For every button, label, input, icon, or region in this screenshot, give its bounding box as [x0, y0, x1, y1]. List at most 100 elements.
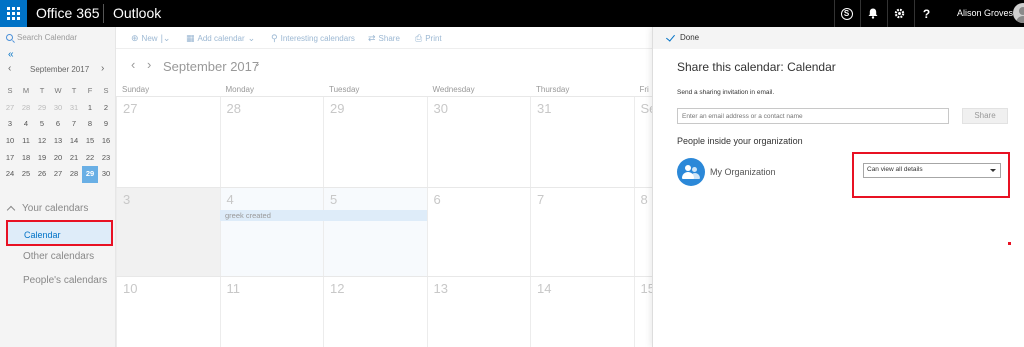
add-calendar-label: Add calendar [197, 34, 245, 43]
search-box[interactable]: Search Calendar [6, 33, 77, 42]
mini-day[interactable]: 10 [2, 133, 18, 150]
mini-day[interactable]: 3 [2, 116, 18, 133]
mini-day[interactable]: 24 [2, 166, 18, 183]
mini-day[interactable]: 17 [2, 150, 18, 167]
mini-day[interactable]: 30 [50, 100, 66, 117]
calendar-event[interactable]: greek created [220, 210, 427, 221]
people-calendars-link[interactable]: People's calendars [23, 275, 107, 286]
mini-weekday-head: T [39, 86, 45, 95]
mini-day[interactable]: 23 [98, 150, 114, 167]
day-cell[interactable]: 12 [323, 277, 427, 347]
sidebar-item-calendar[interactable]: Calendar [6, 220, 113, 246]
day-cell[interactable]: 13 [426, 277, 531, 347]
day-cell[interactable]: Se [633, 97, 652, 187]
day-number: 7 [537, 192, 545, 207]
top-bar: Office 365 Outlook S ? Alison Groves [0, 0, 1024, 27]
month-grid: Sunday Monday Tuesday Wednesday Thursday Fri … [116, 82, 652, 347]
day-cell[interactable]: 5 [323, 188, 427, 276]
mini-day[interactable]: 8 [82, 116, 98, 133]
day-number: 27 [123, 101, 138, 116]
mini-day[interactable]: 20 [50, 150, 66, 167]
day-cell[interactable]: 15 [633, 277, 653, 347]
help-icon[interactable]: ? [914, 0, 938, 27]
mini-day[interactable]: 1 [82, 100, 98, 117]
chevron-down-icon[interactable]: ⌄ [254, 59, 261, 68]
mini-day[interactable]: 11 [18, 133, 34, 150]
mini-day[interactable]: 18 [18, 150, 34, 167]
new-button[interactable]: ⊕ New |⌄ [131, 33, 170, 44]
weekday-header: Tuesday [329, 85, 360, 94]
mini-day[interactable]: 31 [66, 100, 82, 117]
prev-month-icon[interactable]: ‹ [131, 57, 135, 72]
mini-day[interactable]: 14 [66, 133, 82, 150]
mini-weekday-row: SMTWTFS [2, 83, 114, 100]
gear-icon[interactable] [887, 0, 911, 27]
other-calendars-link[interactable]: Other calendars [23, 251, 94, 262]
mini-day[interactable]: 13 [50, 133, 66, 150]
mini-day[interactable]: 9 [98, 116, 114, 133]
check-icon [666, 31, 675, 42]
mini-next-month-icon[interactable]: › [101, 63, 104, 74]
day-cell[interactable]: 6 [426, 188, 531, 276]
mini-day[interactable]: 22 [82, 150, 98, 167]
day-cell[interactable]: 30 [426, 97, 531, 187]
your-calendars-header[interactable]: Your calendars [6, 203, 88, 215]
print-button[interactable]: ⎙ Print [415, 33, 442, 44]
mini-day[interactable]: 7 [66, 116, 82, 133]
day-cell[interactable]: 31 [530, 97, 634, 187]
add-calendar-button[interactable]: ▦ Add calendar ⌄ [186, 33, 255, 44]
day-cell[interactable]: 7 [530, 188, 634, 276]
app-launcher-button[interactable] [0, 0, 27, 27]
mini-day[interactable]: 2 [98, 100, 114, 117]
mini-day[interactable]: 12 [34, 133, 50, 150]
mini-day[interactable]: 21 [66, 150, 82, 167]
bell-icon[interactable] [860, 0, 884, 27]
weekday-header: Thursday [536, 85, 570, 94]
mini-day[interactable]: 29 [82, 166, 98, 184]
mini-day[interactable]: 16 [98, 133, 114, 150]
collapse-pane-icon[interactable]: « [8, 49, 14, 60]
day-cell[interactable]: 11 [219, 277, 324, 347]
day-number: 15 [640, 281, 653, 296]
permission-highlight: Can view all details [852, 152, 1010, 198]
share-toolbar-button[interactable]: ⇄ Share [368, 33, 400, 44]
mini-day[interactable]: 29 [34, 100, 50, 117]
mini-day[interactable]: 15 [82, 133, 98, 150]
mini-day[interactable]: 30 [98, 166, 114, 183]
day-cell[interactable]: 8 [633, 188, 653, 276]
mini-prev-month-icon[interactable]: ‹ [8, 63, 11, 74]
mini-day[interactable]: 28 [66, 166, 82, 183]
user-name[interactable]: Alison Groves [957, 8, 1013, 18]
day-cell[interactable]: 27 [116, 97, 220, 187]
skype-icon[interactable]: S [834, 0, 858, 27]
share-label: Share [378, 34, 400, 43]
interesting-calendars-button[interactable]: ⚲ Interesting calendars [271, 33, 355, 44]
mini-day[interactable]: 27 [50, 166, 66, 183]
permission-dropdown[interactable]: Can view all details [863, 163, 1001, 178]
day-cell[interactable]: 29 [323, 97, 427, 187]
day-number: 14 [537, 281, 552, 296]
avatar[interactable] [1013, 3, 1024, 23]
mini-day[interactable]: 5 [34, 116, 50, 133]
mini-day[interactable]: 27 [2, 100, 18, 117]
day-cell[interactable]: 4 [219, 188, 323, 276]
next-month-icon[interactable]: › [147, 57, 151, 72]
mini-day[interactable]: 19 [34, 150, 50, 167]
day-cell[interactable]: 10 [116, 277, 220, 347]
day-cell[interactable]: 14 [530, 277, 634, 347]
mini-day[interactable]: 6 [50, 116, 66, 133]
invite-input[interactable] [677, 108, 949, 124]
done-button[interactable]: Done [666, 31, 699, 42]
mini-day[interactable]: 26 [34, 166, 50, 183]
app-name[interactable]: Outlook [113, 5, 161, 21]
day-cell[interactable]: 3 [116, 188, 220, 276]
month-title[interactable]: September 2017 [163, 59, 259, 74]
search-icon [6, 34, 13, 41]
mini-day[interactable]: 25 [18, 166, 34, 183]
weekday-header-row: Sunday Monday Tuesday Wednesday Thursday Fri [116, 82, 652, 96]
brand-link[interactable]: Office 365 [36, 5, 100, 21]
mini-day[interactable]: 28 [18, 100, 34, 117]
day-cell[interactable]: 28 [219, 97, 324, 187]
mini-day[interactable]: 4 [18, 116, 34, 133]
share-button[interactable]: Share [962, 108, 1008, 124]
